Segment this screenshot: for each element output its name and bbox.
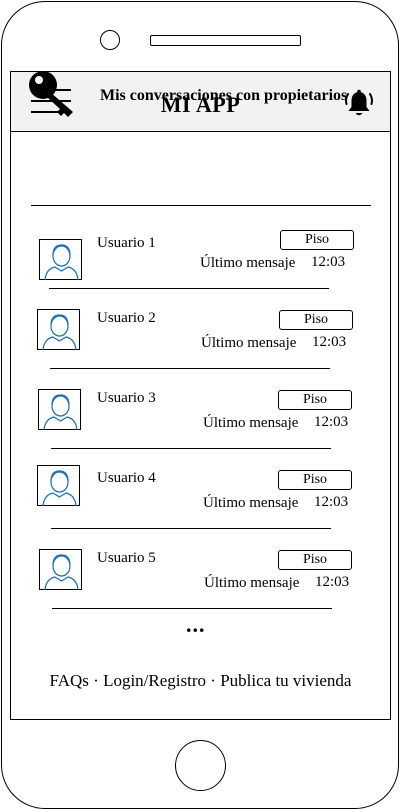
footer-links: FAQs · Login/Registro · Publica tu vivie… [10,671,391,691]
footer-separator: · [88,671,104,690]
user-avatar-icon [37,309,80,351]
speaker-grille [150,35,301,46]
property-type-badge: Piso [279,310,353,330]
message-time: 12:03 [311,254,346,270]
login-register-link[interactable]: Login/Registro [103,671,206,690]
user-avatar-icon [37,465,80,507]
last-message-label: Último mensaje [203,415,299,431]
notification-bell-icon[interactable] [343,88,375,120]
message-time: 12:03 [315,574,350,590]
last-message-label: Último mensaje [201,335,297,351]
conversation-user-name: Usuario 2 [97,310,156,326]
section-divider [31,205,371,206]
user-avatar-icon [38,389,81,431]
property-type-badge: Piso [278,550,352,570]
key-icon [26,68,78,120]
last-message-label: Último mensaje [200,255,296,271]
last-message-label: Último mensaje [204,575,300,591]
conversation-divider [50,368,330,369]
more-conversations-button[interactable]: ... [186,614,206,636]
conversation-user-name: Usuario 5 [97,550,156,566]
section-title: Mis conversaciones con propietarios [100,87,348,104]
message-time: 12:03 [314,494,349,510]
last-message-label: Último mensaje [203,495,299,511]
user-avatar-icon [39,549,82,591]
conversation-divider [51,528,331,529]
front-camera [100,30,120,50]
property-type-badge: Piso [280,230,354,250]
conversation-user-name: Usuario 3 [97,390,156,406]
conversation-divider [51,448,331,449]
conversation-user-name: Usuario 4 [97,470,156,486]
property-type-badge: Piso [278,470,352,490]
message-time: 12:03 [312,334,347,350]
conversation-user-name: Usuario 1 [97,235,156,251]
user-avatar-icon [39,239,82,281]
conversation-divider [49,288,329,289]
publish-home-link[interactable]: Publica tu vivienda [220,671,351,690]
footer-separator: · [206,671,221,690]
conversation-divider [52,608,332,609]
home-button[interactable] [175,740,226,791]
property-type-badge: Piso [278,390,352,410]
message-time: 12:03 [314,414,349,430]
faqs-link[interactable]: FAQs [50,671,89,690]
